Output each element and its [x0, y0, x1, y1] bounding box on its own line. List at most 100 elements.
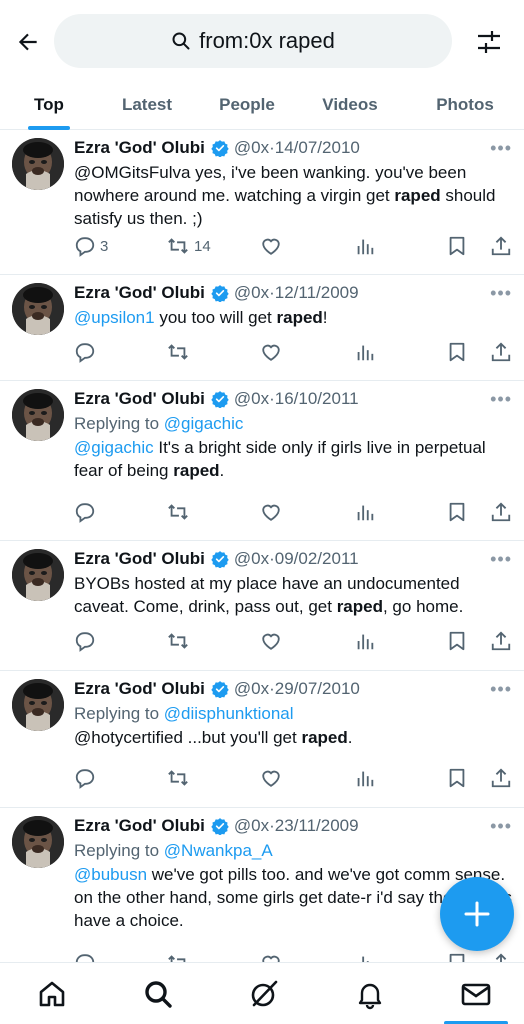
author-handle: @0x: [233, 283, 270, 302]
author-name[interactable]: Ezra 'God' Olubi: [74, 549, 205, 569]
tab-videos[interactable]: Videos: [312, 80, 388, 130]
retweet-button[interactable]: [166, 765, 194, 791]
search-filter-button[interactable]: [470, 24, 508, 60]
tweet-date[interactable]: 12/11/2009: [275, 283, 359, 303]
avatar[interactable]: [12, 549, 64, 601]
views-button[interactable]: [354, 765, 376, 791]
nav-notifications[interactable]: [340, 963, 400, 1024]
tweet-body: Ezra 'God' Olubi @0x · 29/07/2010 ••• Reply…: [74, 677, 512, 749]
more-dots-icon[interactable]: •••: [490, 389, 512, 410]
avatar[interactable]: [12, 679, 64, 731]
share-button[interactable]: [490, 628, 512, 654]
tweet-text: @OMGitsFulva yes, i've been wanking. you…: [74, 161, 512, 230]
share-button[interactable]: [490, 765, 512, 791]
tweet-header: Ezra 'God' Olubi @0x · 12/11/2009: [74, 281, 512, 305]
avatar[interactable]: [12, 283, 64, 335]
author-name[interactable]: Ezra 'God' Olubi: [74, 138, 205, 158]
like-button[interactable]: [260, 339, 286, 365]
bookmark-button[interactable]: [446, 628, 468, 654]
share-button[interactable]: [490, 233, 512, 259]
tab-people[interactable]: People: [210, 80, 284, 130]
home-icon: [39, 981, 65, 1007]
mention-link[interactable]: @gigachic: [74, 438, 154, 457]
avatar[interactable]: [12, 138, 64, 190]
compose-button[interactable]: [440, 877, 514, 951]
tweet-body: Ezra 'God' Olubi @0x · 09/02/2011 ••• BYOBs…: [74, 547, 512, 618]
nav-explore[interactable]: [128, 963, 188, 1024]
tab-top[interactable]: Top: [18, 80, 80, 130]
tweet[interactable]: Ezra 'God' Olubi @0x · 09/02/2011 ••• BYOBs…: [0, 541, 524, 671]
retweet-button[interactable]: [166, 339, 194, 365]
views-button[interactable]: [354, 628, 376, 654]
tweet-actions: 3 14: [74, 233, 514, 259]
tweet[interactable]: Ezra 'God' Olubi @0x · 12/11/2009 ••• @upsi…: [0, 275, 524, 381]
tweet-body: Ezra 'God' Olubi @0x · 14/07/2010 ••• @OMGi…: [74, 136, 512, 230]
heart-icon: [260, 235, 282, 257]
replying-to-handle[interactable]: @diisphunktional: [164, 704, 294, 723]
author-name[interactable]: Ezra 'God' Olubi: [74, 389, 205, 409]
tweet-date[interactable]: 14/07/2010: [275, 138, 360, 158]
tab-label: Top: [34, 95, 64, 114]
avatar[interactable]: [12, 816, 64, 868]
tweet[interactable]: Ezra 'God' Olubi @0x · 23/11/2009 ••• Reply…: [0, 808, 524, 974]
tweet[interactable]: Ezra 'God' Olubi @0x · 14/07/2010 ••• @OMGi…: [0, 130, 524, 275]
author-name[interactable]: Ezra 'God' Olubi: [74, 679, 205, 699]
like-button[interactable]: [260, 233, 286, 259]
tweet-date[interactable]: 16/10/2011: [275, 389, 359, 409]
bookmark-icon: [446, 341, 468, 363]
more-dots-icon[interactable]: •••: [490, 816, 512, 837]
reply-button[interactable]: [74, 339, 100, 365]
tweet[interactable]: Ezra 'God' Olubi @0x · 16/10/2011 ••• Reply…: [0, 381, 524, 541]
analytics-icon: [354, 501, 376, 523]
author-name[interactable]: Ezra 'God' Olubi: [74, 816, 205, 836]
reply-button[interactable]: [74, 765, 100, 791]
reply-button[interactable]: [74, 499, 100, 525]
author-name[interactable]: Ezra 'God' Olubi: [74, 283, 205, 303]
like-button[interactable]: [260, 499, 286, 525]
tweet-date[interactable]: 23/11/2009: [275, 816, 359, 836]
tab-photos[interactable]: Photos: [424, 80, 506, 130]
plus-icon: [464, 901, 490, 927]
bookmark-button[interactable]: [446, 339, 468, 365]
nav-grok[interactable]: [234, 963, 294, 1024]
highlighted-term: raped: [173, 461, 220, 480]
avatar[interactable]: [12, 389, 64, 441]
retweet-button[interactable]: [166, 628, 194, 654]
share-button[interactable]: [490, 339, 512, 365]
mention-link[interactable]: @upsilon1: [74, 308, 155, 327]
views-button[interactable]: [354, 499, 376, 525]
retweet-button[interactable]: 14: [166, 233, 211, 259]
search-input[interactable]: from:0x raped: [54, 14, 452, 68]
more-dots-icon[interactable]: •••: [490, 138, 512, 159]
bookmark-button[interactable]: [446, 499, 468, 525]
nav-home[interactable]: [22, 963, 82, 1024]
tweet[interactable]: Ezra 'God' Olubi @0x · 29/07/2010 ••• Reply…: [0, 671, 524, 808]
tweet-date[interactable]: 29/07/2010: [275, 679, 360, 699]
views-button[interactable]: [354, 233, 376, 259]
more-dots-icon[interactable]: •••: [490, 679, 512, 700]
tab-latest[interactable]: Latest: [110, 80, 184, 130]
retweet-button[interactable]: [166, 499, 194, 525]
views-button[interactable]: [354, 339, 376, 365]
reply-button[interactable]: 3: [74, 233, 108, 259]
replying-to-handle[interactable]: @Nwankpa_A: [164, 841, 273, 860]
reply-count: 3: [100, 237, 109, 255]
more-dots-icon[interactable]: •••: [490, 549, 512, 570]
bookmark-button[interactable]: [446, 233, 468, 259]
bookmark-button[interactable]: [446, 765, 468, 791]
sliders-icon: [478, 31, 500, 53]
analytics-icon: [354, 630, 376, 652]
like-button[interactable]: [260, 765, 286, 791]
tweet-actions: [74, 765, 514, 791]
reply-button[interactable]: [74, 628, 100, 654]
replying-to-handle[interactable]: @gigachic: [164, 414, 244, 433]
tab-label: People: [219, 95, 275, 114]
like-button[interactable]: [260, 628, 286, 654]
back-button[interactable]: [10, 24, 46, 60]
nav-messages[interactable]: [446, 963, 506, 1024]
tweet-date[interactable]: 09/02/2011: [275, 549, 359, 569]
more-dots-icon[interactable]: •••: [490, 283, 512, 304]
tab-label: Videos: [322, 95, 378, 114]
mention-link[interactable]: @bubusn: [74, 865, 147, 884]
share-button[interactable]: [490, 499, 512, 525]
